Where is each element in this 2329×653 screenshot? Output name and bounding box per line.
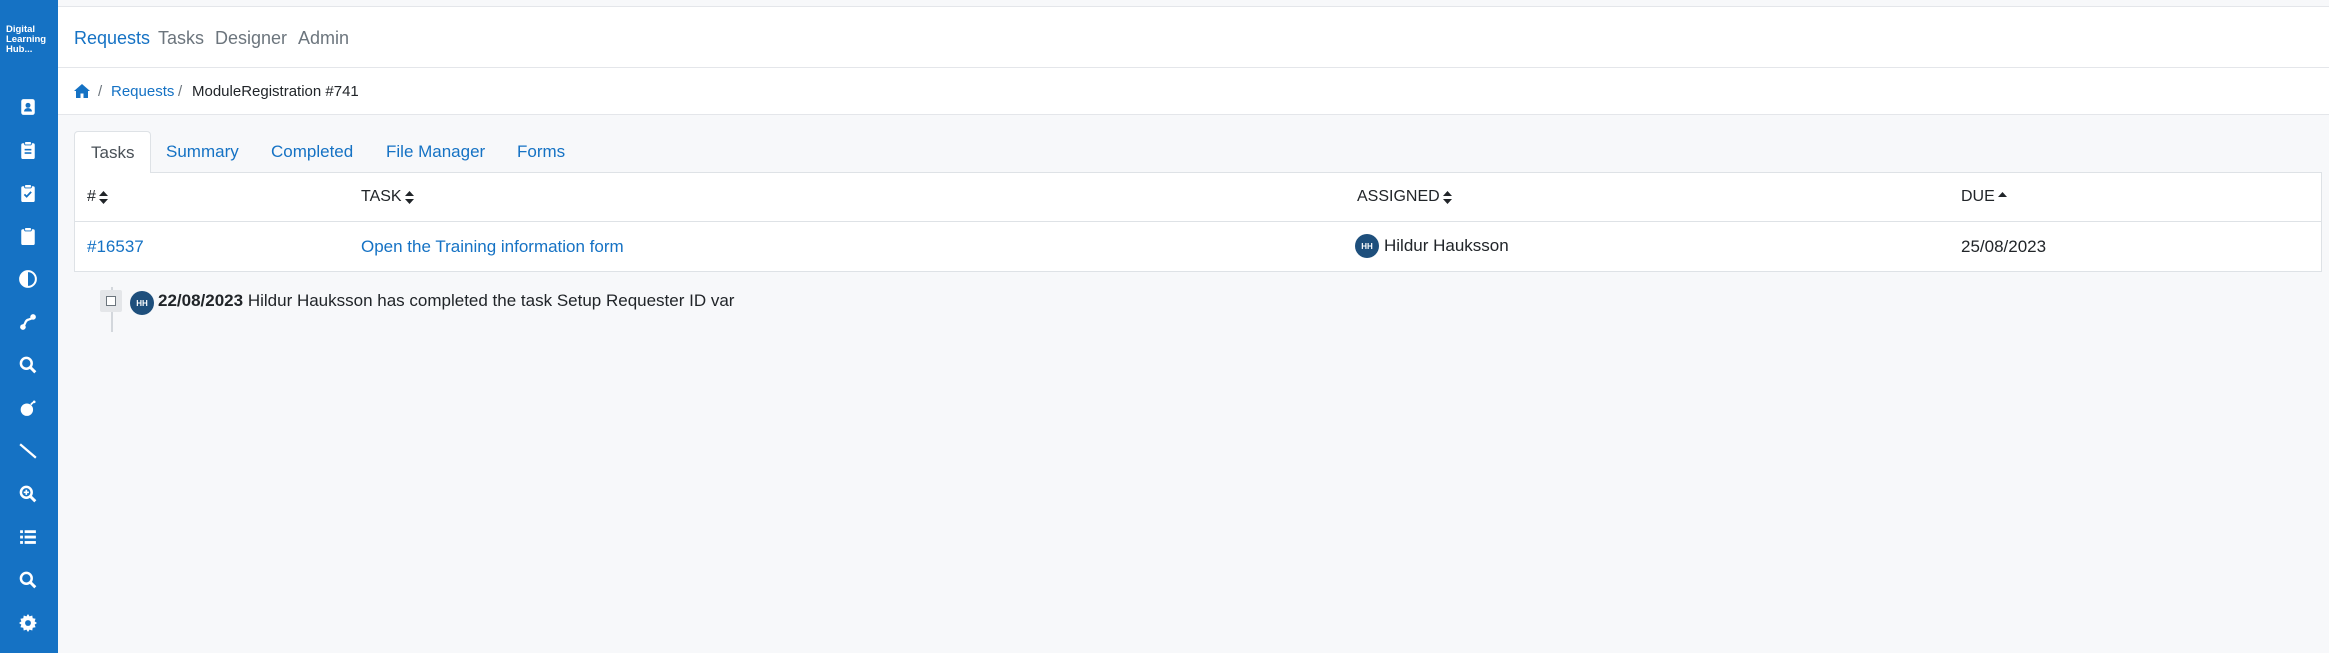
square-icon [106, 296, 116, 306]
breadcrumb-current: ModuleRegistration #741 [192, 83, 359, 100]
search-icon[interactable] [18, 570, 38, 590]
tab-completed[interactable]: Completed [255, 131, 369, 173]
nav-tasks[interactable]: Tasks [158, 28, 204, 49]
contrast-icon[interactable] [18, 269, 38, 289]
clipboard-list-icon[interactable] [18, 140, 38, 160]
avatar: HH [130, 291, 154, 315]
timeline-date: 22/08/2023 [158, 291, 244, 310]
tab-file-manager[interactable]: File Manager [370, 131, 501, 173]
sort-ascending-icon [1997, 191, 2007, 204]
line-icon[interactable] [18, 441, 38, 461]
tab-forms[interactable]: Forms [501, 131, 581, 173]
column-header-label: DUE [1961, 188, 1995, 205]
sort-icon [1442, 190, 1452, 204]
assignee-name: Hildur Hauksson [1384, 236, 1509, 255]
column-header-assigned[interactable]: ASSIGNED [1357, 188, 1452, 206]
table-header: # TASK ASSIGNED DUE [75, 173, 2321, 222]
avatar: HH [1355, 234, 1379, 258]
task-id-link[interactable]: #16537 [87, 237, 144, 257]
column-header-id[interactable]: # [87, 188, 108, 206]
breadcrumb-requests-link[interactable]: Requests [111, 83, 174, 100]
column-header-due[interactable]: DUE [1961, 188, 2007, 206]
table-row: #16537 Open the Training information for… [75, 222, 2321, 271]
task-name-link[interactable]: Open the Training information form [361, 237, 624, 257]
sort-icon [98, 190, 108, 204]
logo-line: Hub... [6, 44, 33, 55]
list-icon[interactable] [18, 527, 38, 547]
column-header-label: # [87, 188, 96, 205]
nav-requests[interactable]: Requests [74, 28, 150, 49]
nav-admin[interactable]: Admin [298, 28, 349, 49]
tasks-table: # TASK ASSIGNED DUE #16537 Open the Trai… [74, 173, 2322, 272]
app-logo[interactable]: Digital Learning Hub... [6, 25, 54, 55]
breadcrumb: / Requests / ModuleRegistration #741 [58, 68, 2329, 115]
clipboard-check-icon[interactable] [18, 183, 38, 203]
assignee: HH Hildur Hauksson [1355, 234, 1509, 258]
breadcrumb-separator: / [98, 83, 103, 100]
tab-summary[interactable]: Summary [150, 131, 255, 173]
column-header-task[interactable]: TASK [361, 188, 414, 206]
zoom-in-icon[interactable] [18, 484, 38, 504]
due-date: 25/08/2023 [1961, 237, 2047, 256]
top-navigation: Requests Tasks Designer Admin [58, 6, 2329, 68]
route-icon[interactable] [18, 312, 38, 332]
tab-tasks[interactable]: Tasks [74, 131, 152, 174]
sort-icon [404, 190, 414, 204]
home-icon[interactable] [74, 84, 90, 100]
tab-bar: Tasks Summary Completed File Manager For… [74, 131, 2322, 174]
contact-book-icon[interactable] [18, 97, 38, 117]
gear-icon[interactable] [18, 613, 38, 633]
timeline-entry: 22/08/2023 Hildur Hauksson has completed… [158, 291, 734, 311]
column-header-label: TASK [361, 188, 402, 205]
nav-designer[interactable]: Designer [215, 28, 287, 49]
bomb-icon[interactable] [18, 398, 38, 418]
search-icon[interactable] [18, 355, 38, 375]
timeline-toggle-button[interactable] [100, 290, 122, 312]
clipboard-icon[interactable] [18, 226, 38, 246]
breadcrumb-separator: / [178, 83, 183, 100]
sidebar: Digital Learning Hub... [0, 0, 58, 653]
column-header-label: ASSIGNED [1357, 188, 1440, 205]
timeline-message: Hildur Hauksson has completed the task S… [247, 291, 735, 310]
